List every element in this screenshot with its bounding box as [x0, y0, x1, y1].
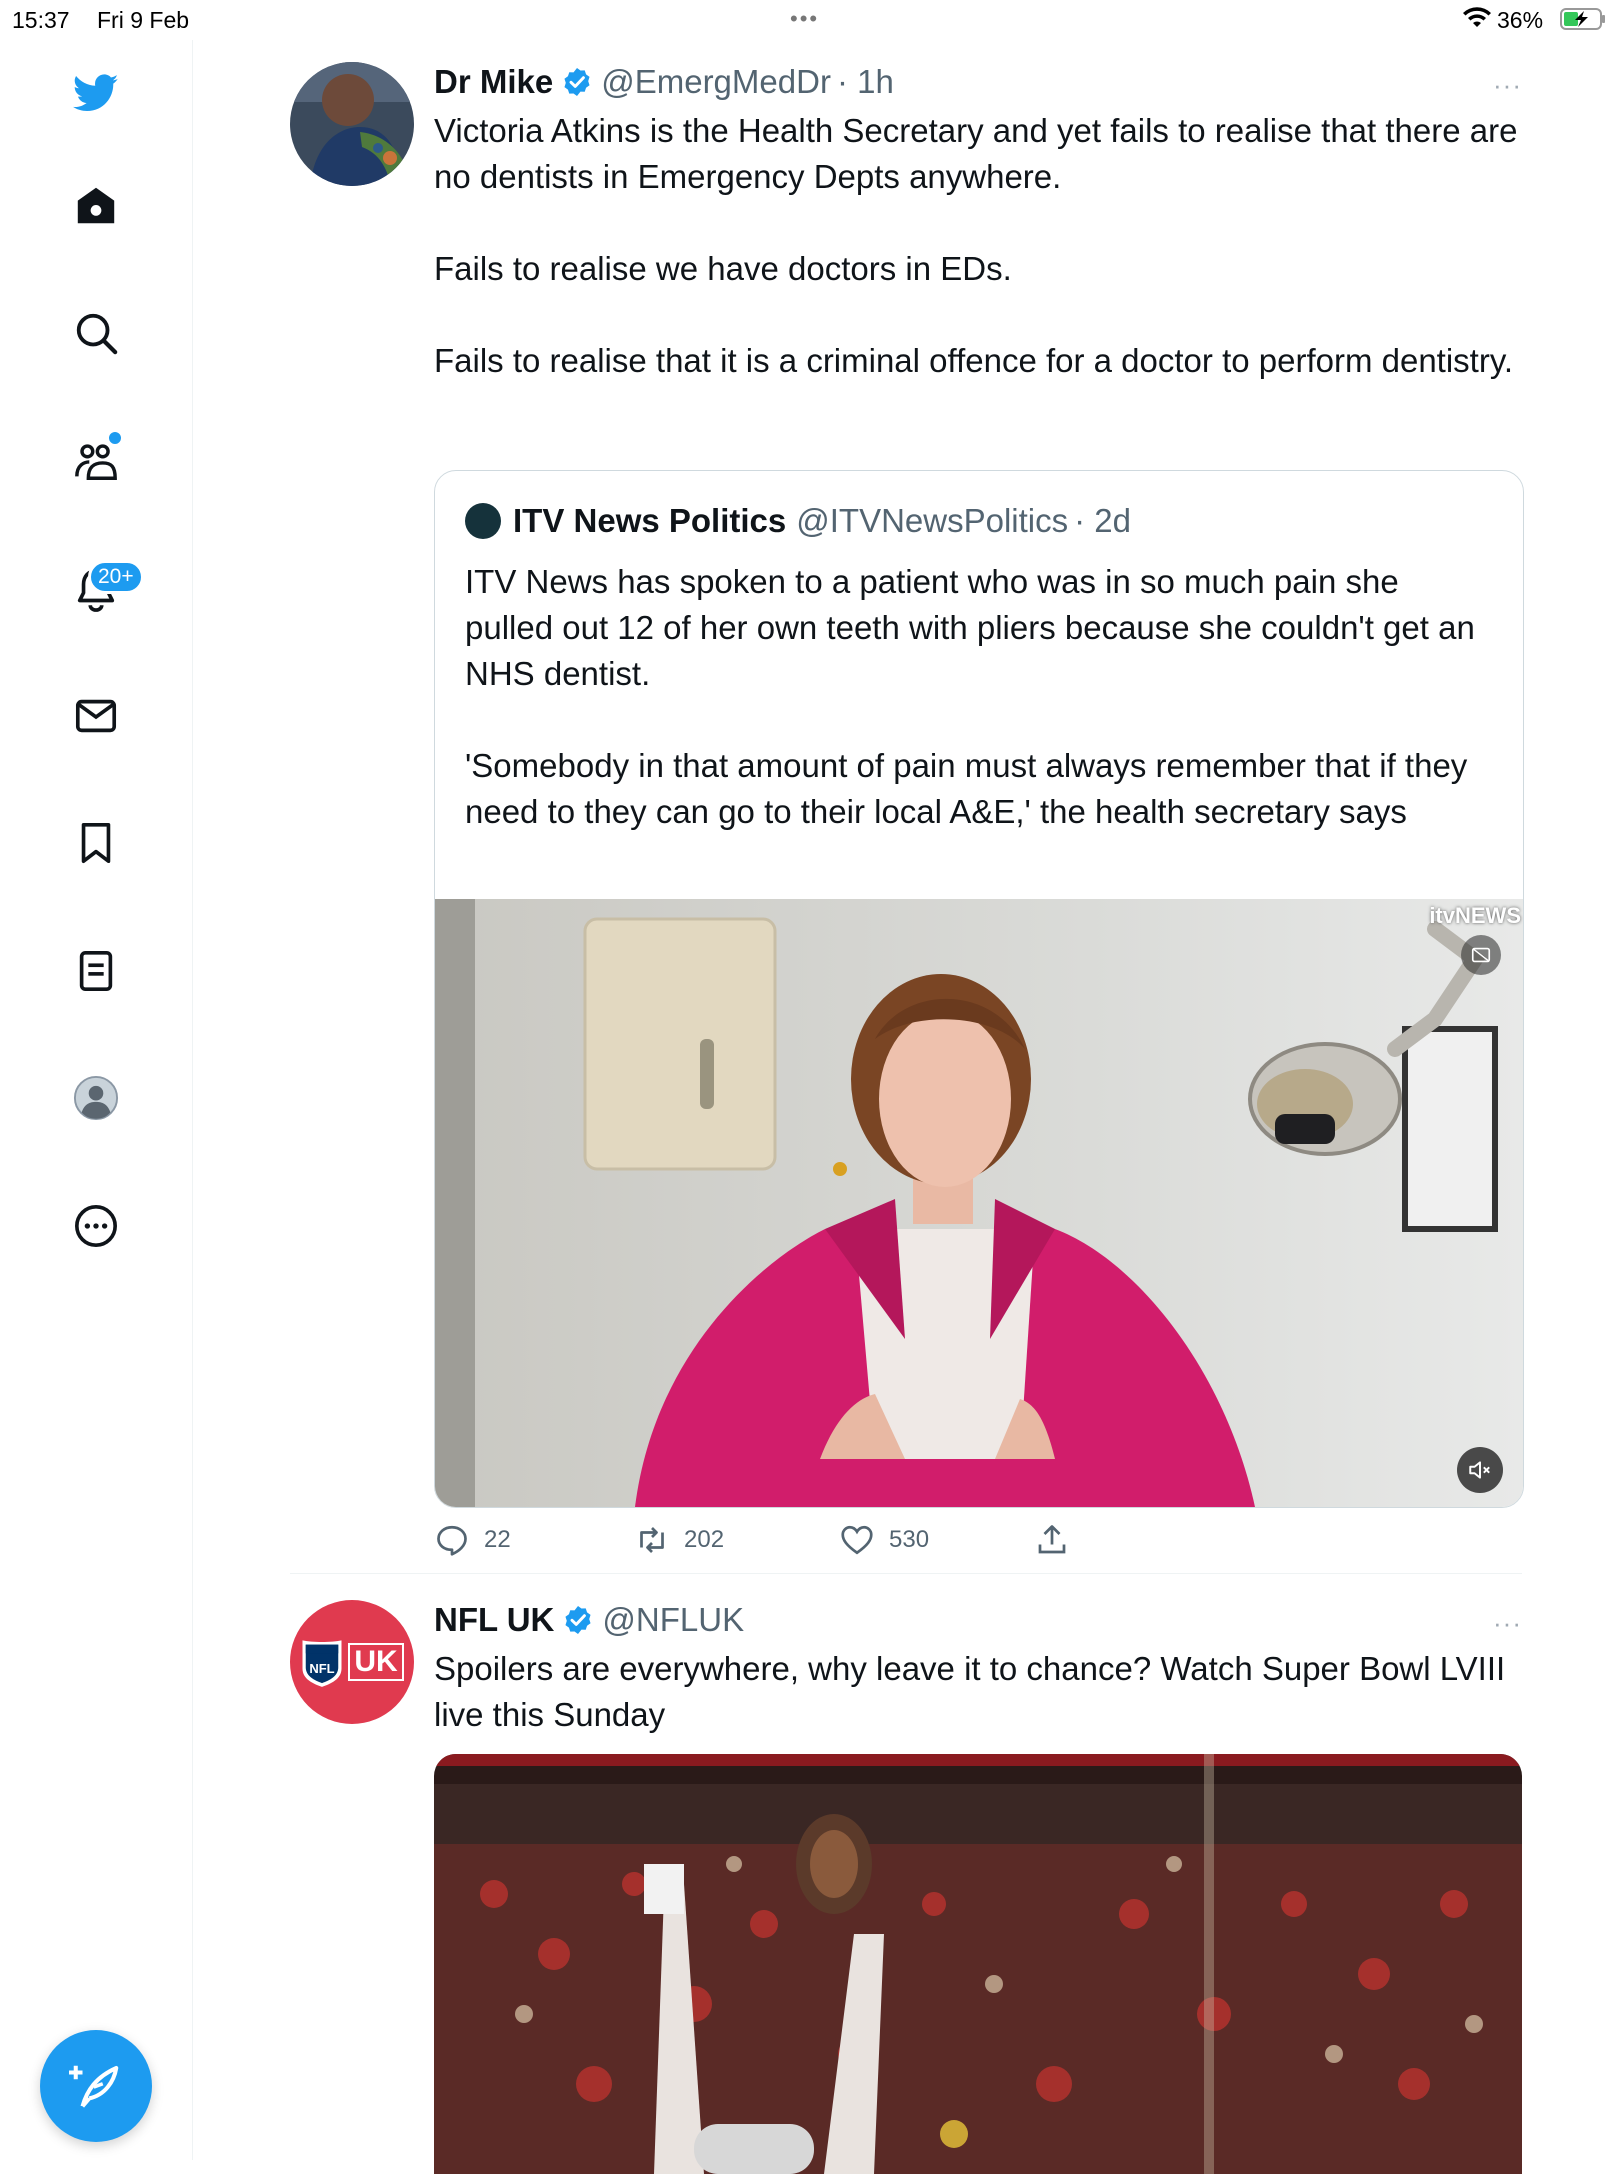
tweet-paragraph: Fails to realise we have doctors in EDs. — [434, 250, 1012, 287]
sidebar-item-messages[interactable] — [63, 683, 129, 749]
tweet[interactable]: Dr Mike @EmergMedDr · 1h ··· Victoria At… — [290, 62, 1524, 1562]
mute-button[interactable] — [1457, 1447, 1503, 1493]
quoted-author-handle: @ITVNewsPolitics — [796, 502, 1069, 539]
compose-icon — [69, 2065, 119, 2108]
sidebar-item-lists[interactable] — [63, 938, 129, 1004]
heart-icon — [841, 1525, 873, 1555]
avatar[interactable] — [290, 62, 414, 186]
video-player[interactable]: itvNEWS — [435, 899, 1523, 1507]
video-frame — [435, 899, 1523, 1507]
itv-news-watermark: itvNEWS — [1429, 903, 1521, 928]
share-button[interactable] — [1034, 1520, 1084, 1560]
author-handle[interactable]: @NFLUK — [602, 1600, 744, 1640]
muted-speaker-icon — [1469, 1461, 1490, 1479]
quoted-tweet-text: ITV News has spoken to a patient who was… — [465, 559, 1485, 881]
svg-text:NFL: NFL — [310, 1661, 335, 1676]
quoted-tweet-header: ITV News Politics @ITVNewsPolitics · 2d — [465, 501, 1131, 541]
reply-button[interactable]: 22 — [434, 1520, 511, 1560]
tweet-more-button[interactable]: ··· — [1493, 1608, 1522, 1639]
avatar-uk-text: UK — [348, 1643, 404, 1681]
status-bar: 15:37 Fri 9 Feb ••• 36% — [0, 0, 1620, 40]
author-name[interactable]: NFL UK — [434, 1600, 554, 1640]
reply-icon — [437, 1525, 467, 1556]
quoted-author-name: ITV News Politics — [513, 502, 787, 539]
like-button[interactable]: 530 — [839, 1520, 929, 1560]
list-icon — [79, 950, 113, 992]
wifi-icon — [1463, 7, 1491, 27]
avatar-image — [290, 62, 414, 186]
sidebar-item-explore[interactable] — [63, 300, 129, 366]
reply-count: 22 — [484, 1526, 511, 1553]
like-count: 530 — [889, 1526, 930, 1553]
home-icon — [77, 187, 115, 224]
sidebar-item-home[interactable] — [63, 173, 129, 239]
sidebar-item-more[interactable] — [63, 1193, 129, 1259]
quoted-paragraph: ITV News has spoken to a patient who was… — [465, 563, 1475, 692]
tweet-paragraph: Fails to realise that it is a criminal o… — [434, 342, 1514, 379]
sidebar-item-profile[interactable] — [63, 1065, 129, 1131]
captions-icon — [1471, 947, 1491, 963]
more-icon — [75, 1205, 117, 1247]
tweet[interactable]: NFL UK NFL UK @NFLUK ··· Spoilers are ev… — [290, 1600, 1522, 2174]
video-player[interactable] — [434, 1754, 1522, 2174]
tweet-header: Dr Mike @EmergMedDr · 1h — [434, 62, 1522, 102]
sidebar: 20+ — [0, 40, 193, 2160]
verified-badge-icon — [565, 1606, 591, 1634]
tweet-paragraph: Spoilers are everywhere, why leave it to… — [434, 1650, 1506, 1733]
tweet-divider — [290, 1573, 1522, 1574]
verified-badge-icon — [564, 68, 590, 96]
tweet-header: NFL UK @NFLUK — [434, 1600, 1522, 1640]
twitter-logo-button[interactable] — [63, 60, 129, 126]
quoted-tweet-time: · 2d — [1074, 502, 1132, 539]
multitasking-dots[interactable]: ••• — [790, 6, 819, 32]
share-icon — [1038, 1525, 1066, 1554]
tweet-more-button[interactable]: ··· — [1493, 70, 1522, 101]
retweet-icon — [640, 1527, 664, 1553]
sidebar-item-bookmarks[interactable] — [63, 810, 129, 876]
author-name[interactable]: Dr Mike — [434, 62, 553, 102]
author-handle[interactable]: @EmergMedDr — [601, 62, 831, 102]
avatar-icon — [73, 1075, 119, 1121]
compose-tweet-button[interactable] — [40, 2030, 152, 2142]
search-icon — [76, 313, 118, 355]
quoted-tweet[interactable]: ITV News Politics @ITVNewsPolitics · 2d … — [434, 470, 1524, 1508]
status-time: 15:37 — [12, 7, 70, 33]
mail-icon — [75, 699, 117, 733]
avatar[interactable]: NFL UK — [290, 1600, 414, 1724]
retweet-count: 202 — [684, 1526, 725, 1553]
retweet-button[interactable]: 202 — [634, 1520, 724, 1560]
tweet-text: Spoilers are everywhere, why leave it to… — [434, 1646, 1522, 1738]
nfl-shield-icon: NFL — [302, 1640, 342, 1687]
quoted-avatar — [465, 503, 501, 539]
captions-button[interactable] — [1461, 935, 1501, 975]
notifications-badge: 20+ — [88, 560, 144, 594]
tweet-text: Victoria Atkins is the Health Secretary … — [434, 108, 1522, 384]
battery-charging-icon — [1560, 8, 1605, 30]
bookmark-icon — [81, 822, 111, 864]
tweet-time[interactable]: · 1h — [837, 62, 894, 102]
battery-percent: 36% — [1497, 7, 1544, 33]
communities-dot-badge — [107, 430, 123, 446]
tweet-actions: 22 202 530 — [434, 1520, 1134, 1560]
tweet-paragraph: Victoria Atkins is the Health Secretary … — [434, 112, 1518, 195]
bird-icon — [73, 74, 119, 112]
status-date: Fri 9 Feb — [97, 7, 190, 33]
quoted-paragraph: 'Somebody in that amount of pain must al… — [465, 747, 1468, 830]
video-frame — [434, 1754, 1522, 2174]
